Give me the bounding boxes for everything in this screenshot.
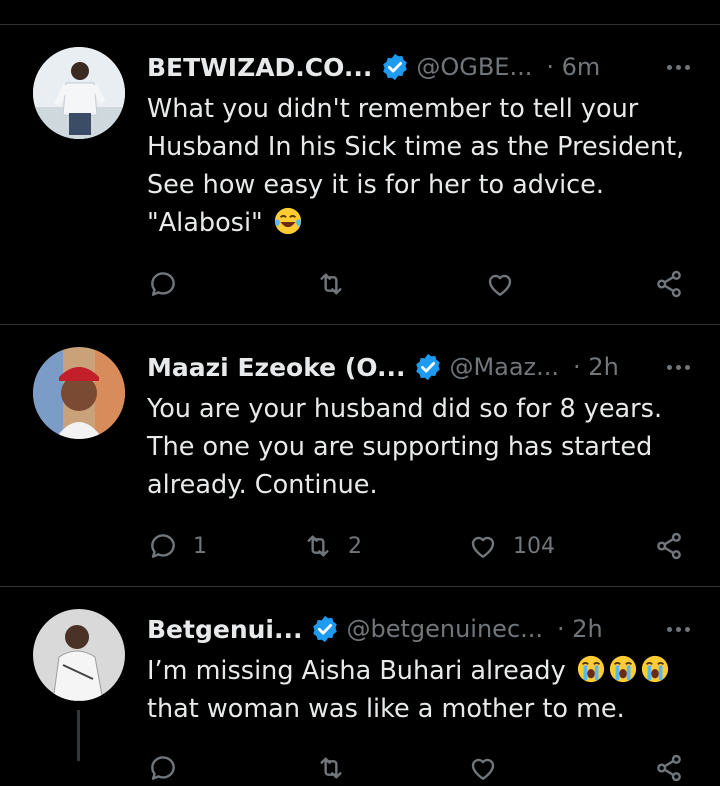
share-icon bbox=[657, 754, 681, 782]
reply-button[interactable] bbox=[147, 750, 179, 786]
share-button[interactable] bbox=[653, 750, 685, 786]
share-button[interactable] bbox=[653, 266, 685, 302]
post-header: Maazi Ezeoke (O... @Maaz... · 2h bbox=[147, 348, 690, 386]
post-time[interactable]: · 2h bbox=[573, 353, 619, 381]
post-text-line: Husband In his Sick time as the Presiden… bbox=[147, 132, 685, 162]
thread-line bbox=[77, 710, 80, 761]
loudly-crying-face-icon bbox=[641, 655, 668, 683]
post-header: Betgenui... @betgenuinec... · 2h bbox=[147, 610, 690, 648]
post-text-line: You are your husband did so for 8 years. bbox=[147, 394, 663, 424]
post-divider bbox=[0, 586, 720, 587]
share-icon bbox=[657, 532, 681, 560]
post-text: You are your husband did so for 8 years.… bbox=[147, 390, 700, 504]
top-divider bbox=[0, 24, 720, 25]
post-actions: 1 2 104 bbox=[147, 528, 687, 564]
more-options-icon[interactable] bbox=[663, 48, 690, 86]
avatar[interactable] bbox=[33, 47, 125, 139]
reply-icon bbox=[151, 756, 175, 780]
repost-icon bbox=[307, 535, 329, 557]
avatar[interactable] bbox=[33, 347, 125, 439]
heart-icon bbox=[471, 758, 495, 780]
like-count: 104 bbox=[513, 533, 555, 559]
post-time[interactable]: · 6m bbox=[546, 53, 600, 81]
reply-icon bbox=[151, 272, 175, 296]
verified-badge-icon bbox=[313, 615, 338, 643]
loudly-crying-face-icon bbox=[577, 655, 604, 683]
verified-badge-icon bbox=[416, 353, 441, 381]
repost-button[interactable]: 2 bbox=[302, 528, 362, 564]
display-name[interactable]: Betgenui... bbox=[147, 615, 302, 644]
heart-icon bbox=[488, 274, 512, 296]
repost-button[interactable] bbox=[315, 750, 347, 786]
post-text-line: See how easy it is for her to advice. bbox=[147, 170, 604, 200]
face-with-tears-of-joy-icon bbox=[274, 207, 302, 235]
avatar[interactable] bbox=[33, 609, 125, 701]
post-actions bbox=[147, 750, 687, 786]
post-text-line: "Alabosi" bbox=[147, 208, 263, 238]
display-name[interactable]: BETWIZAD.CO... bbox=[147, 53, 372, 82]
more-options-icon[interactable] bbox=[663, 348, 690, 386]
post-text-line: What you didn't remember to tell your bbox=[147, 94, 639, 124]
reply-count: 1 bbox=[193, 533, 207, 559]
verified-badge-icon bbox=[383, 53, 408, 81]
repost-icon bbox=[320, 273, 342, 295]
display-name[interactable]: Maazi Ezeoke (O... bbox=[147, 353, 405, 382]
post-time[interactable]: · 2h bbox=[557, 615, 603, 643]
post-text-line: that woman was like a mother to me. bbox=[147, 694, 625, 724]
loudly-crying-face-icon bbox=[609, 655, 636, 683]
reply-button[interactable]: 1 bbox=[147, 528, 207, 564]
like-button[interactable]: 104 bbox=[467, 528, 555, 564]
post-actions bbox=[147, 266, 687, 302]
post-text-line: The one you are supporting has started bbox=[147, 432, 653, 462]
avatar-image-man bbox=[33, 47, 125, 139]
heart-icon bbox=[471, 536, 495, 558]
avatar-image-man-red-cap bbox=[33, 347, 125, 439]
repost-icon bbox=[320, 757, 342, 779]
like-button[interactable] bbox=[467, 750, 499, 786]
repost-button[interactable] bbox=[315, 266, 361, 302]
user-handle[interactable]: @OGBE... bbox=[416, 53, 532, 81]
like-button[interactable] bbox=[484, 266, 530, 302]
user-handle[interactable]: @betgenuinec... bbox=[346, 615, 543, 643]
post-text: What you didn't remember to tell your Hu… bbox=[147, 90, 700, 242]
post-text: I’m missing Aisha Buhari already that wo… bbox=[147, 652, 700, 728]
repost-count: 2 bbox=[348, 533, 362, 559]
post-divider bbox=[0, 324, 720, 325]
share-button[interactable] bbox=[653, 528, 685, 564]
reply-icon bbox=[151, 534, 175, 558]
avatar-image-man-white-shirt bbox=[33, 609, 125, 701]
reply-button[interactable] bbox=[147, 266, 193, 302]
more-options-icon[interactable] bbox=[663, 610, 690, 648]
post-text-line: I’m missing Aisha Buhari already bbox=[147, 656, 566, 686]
share-icon bbox=[657, 270, 681, 298]
user-handle[interactable]: @Maaz... bbox=[449, 353, 559, 381]
post-text-line: already. Continue. bbox=[147, 470, 378, 500]
post-header: BETWIZAD.CO... @OGBE... · 6m bbox=[147, 48, 690, 86]
